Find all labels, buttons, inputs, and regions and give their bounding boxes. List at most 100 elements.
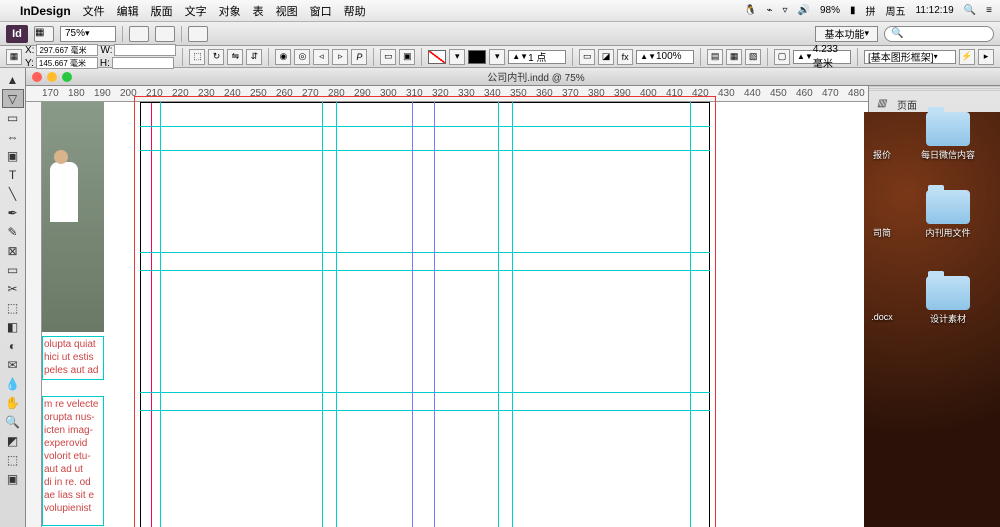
view-options[interactable]: [129, 26, 149, 42]
stroke-swatch[interactable]: [468, 50, 486, 64]
volume-icon[interactable]: 🔊: [798, 5, 810, 16]
text-frame-1[interactable]: olupta quiat hici ut estis peles aut ad: [42, 336, 104, 380]
folder-label[interactable]: 司简: [852, 226, 912, 239]
app-name[interactable]: InDesign: [20, 4, 71, 18]
help-search[interactable]: 🔍: [884, 26, 994, 42]
fill-swatch[interactable]: [428, 50, 446, 64]
traffic-lights: [32, 72, 72, 82]
menu-layout[interactable]: 版面: [151, 3, 173, 19]
column-guide[interactable]: [434, 102, 435, 527]
select-container-icon[interactable]: ◉: [275, 49, 291, 65]
menu-view[interactable]: 视图: [276, 3, 298, 19]
canvas[interactable]: olupta quiat hici ut estis peles aut ad …: [42, 102, 868, 527]
stroke-weight-field[interactable]: ▲▼ 1 点: [508, 50, 566, 64]
page-spread[interactable]: [140, 102, 710, 527]
fx-icon[interactable]: fx: [617, 49, 633, 65]
document-area: 1701801902002102202302402502602702802903…: [26, 86, 868, 527]
bridge-button[interactable]: ▦: [34, 26, 54, 42]
status-area: 🐧 ⌁ ▿ 🔊 98% ▮ 拼 周五 11:12:19 🔍 ≡: [744, 3, 992, 18]
desktop-folder[interactable]: [926, 190, 970, 224]
desktop-folder[interactable]: [926, 112, 970, 146]
menu-window[interactable]: 窗口: [310, 3, 332, 19]
y-field[interactable]: 145.667 毫米: [36, 57, 98, 69]
guide-h[interactable]: [140, 150, 710, 151]
file-label[interactable]: .docx: [852, 312, 912, 322]
guide-v[interactable]: [512, 102, 513, 527]
pages-icon: ▥: [877, 98, 891, 112]
effects-icon[interactable]: ▭: [579, 49, 595, 65]
panel-menu-icon[interactable]: ▸: [978, 49, 994, 65]
guide-h[interactable]: [140, 392, 710, 393]
control-panel: ▦ X:297.667 毫米 W: Y:145.667 毫米 H: ⬚ ↻ ⇋ …: [0, 46, 1000, 68]
text-wrap-none-icon[interactable]: ▤: [707, 49, 723, 65]
guide-v[interactable]: [690, 102, 691, 527]
w-field[interactable]: [114, 44, 176, 56]
qq-icon[interactable]: 🐧: [744, 5, 756, 16]
reference-point[interactable]: ▦: [6, 49, 22, 65]
menu-type[interactable]: 文字: [185, 3, 207, 19]
menu-edit[interactable]: 编辑: [117, 3, 139, 19]
container-mode-icon[interactable]: ▭: [380, 49, 396, 65]
placed-image[interactable]: [42, 102, 104, 332]
battery-percent[interactable]: 98%: [820, 5, 840, 16]
folder-label: 每日微信内容: [918, 148, 978, 161]
guide-v[interactable]: [160, 102, 161, 527]
next-object-icon[interactable]: ▹: [332, 49, 348, 65]
guide-h[interactable]: [140, 410, 710, 411]
close-window[interactable]: [32, 72, 42, 82]
prev-object-icon[interactable]: ◃: [313, 49, 329, 65]
p-icon[interactable]: P: [351, 49, 367, 65]
quick-apply-icon[interactable]: ⚡: [959, 49, 975, 65]
corner-size-field[interactable]: ▲▼ 4.233 毫米: [793, 50, 851, 64]
desktop-folder[interactable]: [926, 276, 970, 310]
zoom-window[interactable]: [62, 72, 72, 82]
object-style-field[interactable]: [基本图形框架] ▾: [864, 50, 956, 64]
opacity-field[interactable]: ▲▼ 100%: [636, 50, 694, 64]
wifi-icon[interactable]: ▿: [783, 5, 788, 16]
x-field[interactable]: 297.667 毫米: [36, 44, 98, 56]
document-window-bar: 公司内刊.indd @ 75%: [26, 68, 1000, 86]
screen-mode[interactable]: [155, 26, 175, 42]
menu-table[interactable]: 表: [253, 3, 264, 19]
text-wrap-bbox-icon[interactable]: ▦: [726, 49, 742, 65]
rotate-icon[interactable]: ↻: [208, 49, 224, 65]
folder-label[interactable]: 报价: [852, 148, 912, 161]
guide-v[interactable]: [336, 102, 337, 527]
stroke-drop-icon[interactable]: ▾: [489, 49, 505, 65]
h-field[interactable]: [112, 57, 174, 69]
desktop-background: 报价 每日微信内容 司简 内刊用文件 .docx 设计素材: [864, 112, 1000, 527]
bluetooth-icon[interactable]: ⌁: [766, 5, 772, 16]
battery-icon[interactable]: ▮: [850, 5, 856, 16]
spotlight-icon[interactable]: 🔍: [964, 5, 976, 16]
flip-h-icon[interactable]: ⇋: [227, 49, 243, 65]
notification-icon[interactable]: ≡: [986, 5, 992, 16]
guide-h[interactable]: [140, 270, 710, 271]
app-frame-bar: Id ▦ 75% ▾ 基本功能 ▾ 🔍: [0, 22, 1000, 46]
guide-v[interactable]: [498, 102, 499, 527]
zoom-level[interactable]: 75% ▾: [60, 26, 116, 42]
guide-h[interactable]: [140, 252, 710, 253]
drop-shadow-icon[interactable]: ◪: [598, 49, 614, 65]
guide-h[interactable]: [140, 126, 710, 127]
menu-help[interactable]: 帮助: [344, 3, 366, 19]
corner-options-icon[interactable]: ▢: [774, 49, 790, 65]
app-icon: Id: [6, 25, 28, 43]
fill-drop-icon[interactable]: ▾: [449, 49, 465, 65]
ime-indicator[interactable]: 拼: [866, 3, 876, 18]
text-frame-2[interactable]: m re velecte orupta nus- icten imag- exp…: [42, 396, 104, 526]
menu-file[interactable]: 文件: [83, 3, 105, 19]
clock[interactable]: 11:12:19: [916, 5, 954, 16]
vertical-ruler[interactable]: [26, 102, 42, 527]
arrange-docs[interactable]: [188, 26, 208, 42]
constrain-icon[interactable]: ⬚: [189, 49, 205, 65]
workspace-switcher[interactable]: 基本功能 ▾: [815, 26, 878, 42]
guide-v[interactable]: [322, 102, 323, 527]
search-icon: 🔍: [891, 28, 903, 39]
column-guide[interactable]: [412, 102, 413, 527]
minimize-window[interactable]: [47, 72, 57, 82]
content-mode-icon[interactable]: ▣: [399, 49, 415, 65]
select-content-icon[interactable]: ◎: [294, 49, 310, 65]
menu-object[interactable]: 对象: [219, 3, 241, 19]
flip-v-icon[interactable]: ⇵: [246, 49, 262, 65]
text-wrap-shape-icon[interactable]: ▧: [745, 49, 761, 65]
